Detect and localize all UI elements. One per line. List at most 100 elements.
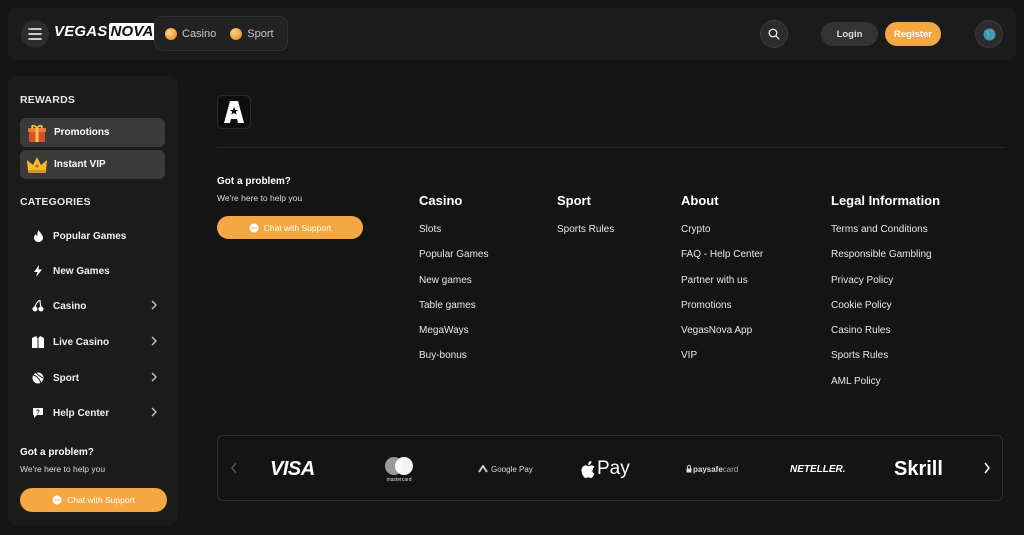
neteller-logo: NETELLER. xyxy=(790,463,846,475)
sidebar-item-sport[interactable]: Sport xyxy=(20,364,165,392)
globe-icon xyxy=(983,28,995,40)
footer-link[interactable]: Popular Games xyxy=(419,249,488,274)
footer-link[interactable]: Cookie Policy xyxy=(831,300,940,325)
footer-column-title: About xyxy=(681,193,719,208)
footer-link[interactable]: MegaWays xyxy=(419,325,488,350)
help-center-label: Help Center xyxy=(53,407,110,419)
dealer-icon xyxy=(32,336,44,348)
sidebar-problem-title: Got a problem? xyxy=(20,447,94,458)
main-chat-support-button[interactable]: Chat with Support xyxy=(217,216,363,239)
mastercard-circles-icon xyxy=(385,456,413,475)
footer-link[interactable]: Buy-bonus xyxy=(419,350,488,375)
paysafecard-label-card: card xyxy=(722,464,739,474)
footer-link[interactable]: VegasNova App xyxy=(681,325,763,350)
cherry-icon xyxy=(32,300,44,312)
footer-link[interactable]: Partner with us xyxy=(681,275,763,300)
paysafecard-logo: paysafe card xyxy=(686,436,738,502)
sidebar-item-popular-games[interactable]: Popular Games xyxy=(20,222,165,250)
skrill-logo: Skrill xyxy=(894,457,943,480)
menu-button[interactable] xyxy=(21,20,49,48)
sidebar: REWARDS Promotions Instant VIP CATEGORIE… xyxy=(8,76,178,525)
register-button[interactable]: Register xyxy=(885,22,941,46)
product-tabs: Casino Sport xyxy=(154,16,288,51)
footer-link[interactable]: Responsible Gambling xyxy=(831,249,940,274)
casino-label: Casino xyxy=(53,300,87,312)
search-icon xyxy=(768,28,780,40)
hamburger-menu-icon xyxy=(28,28,42,40)
logo-text-nova: NOVA xyxy=(108,23,156,40)
sidebar-item-new-games[interactable]: New Games xyxy=(20,257,165,285)
footer-link[interactable]: FAQ - Help Center xyxy=(681,249,763,274)
footer-link[interactable]: Privacy Policy xyxy=(831,275,940,300)
sidebar-item-help-center[interactable]: ? Help Center xyxy=(20,399,165,427)
gift-box-icon xyxy=(28,124,46,142)
live-casino-label: Live Casino xyxy=(53,336,110,348)
chevron-right-icon[interactable] xyxy=(983,461,991,475)
vegasnova-logo[interactable]: VEGAS NOVA xyxy=(54,23,156,40)
mastercard-label: mastercard xyxy=(386,476,412,483)
main-chat-label: Chat with Support xyxy=(263,222,332,233)
chat-bubble-icon xyxy=(52,495,62,505)
footer-link[interactable]: Sports Rules xyxy=(557,224,614,249)
instant-vip-label: Instant VIP xyxy=(54,159,106,170)
sport-label: Sport xyxy=(53,372,80,384)
tab-sport[interactable]: Sport xyxy=(230,27,274,40)
footer-link[interactable]: Sports Rules xyxy=(831,350,940,375)
tab-casino[interactable]: Casino xyxy=(165,27,216,40)
footer-link[interactable]: Casino Rules xyxy=(831,325,940,350)
footer-link[interactable]: Slots xyxy=(419,224,488,249)
lightning-icon xyxy=(34,265,42,277)
google-g-icon xyxy=(478,464,488,473)
footer-link[interactable]: New games xyxy=(419,275,488,300)
sidebar-chat-label: Chat with Support xyxy=(67,495,135,505)
chevron-right-icon xyxy=(151,300,157,310)
footer-column-casino: Casino Slots Popular Games New games Tab… xyxy=(419,193,488,376)
lock-icon xyxy=(686,465,692,473)
footer-column-about: About Crypto FAQ - Help Center Partner w… xyxy=(681,193,763,376)
footer-link[interactable]: Table games xyxy=(419,300,488,325)
chevron-left-icon[interactable] xyxy=(230,461,238,475)
coin-icon xyxy=(230,27,243,40)
sidebar-item-live-casino[interactable]: Live Casino xyxy=(20,328,165,356)
brand-mark-logo xyxy=(217,95,251,129)
footer-link[interactable]: AML Policy xyxy=(831,376,940,401)
google-pay-logo: Google Pay xyxy=(478,436,533,502)
login-button[interactable]: Login xyxy=(821,22,878,46)
footer-column-legal: Legal Information Terms and Conditions R… xyxy=(831,193,940,401)
apple-pay-label: Pay xyxy=(597,458,630,479)
sidebar-item-instant-vip[interactable]: Instant VIP xyxy=(20,150,165,179)
footer-link[interactable]: Promotions xyxy=(681,300,763,325)
popular-games-label: Popular Games xyxy=(53,230,127,242)
sidebar-item-promotions[interactable]: Promotions xyxy=(20,118,165,147)
search-button[interactable] xyxy=(760,20,788,48)
footer-link[interactable]: Crypto xyxy=(681,224,763,249)
main-help-text: We're here to help you xyxy=(217,193,303,203)
sidebar-item-casino[interactable]: Casino xyxy=(20,292,165,320)
footer-column-title: Legal Information xyxy=(831,193,941,208)
paysafecard-label-paysafe: paysafe xyxy=(693,464,723,474)
categories-section-title: CATEGORIES xyxy=(20,196,91,208)
ball-icon xyxy=(32,372,44,384)
tab-sport-label: Sport xyxy=(247,27,274,40)
footer-link[interactable]: Terms and Conditions xyxy=(831,224,940,249)
footer-column-sport: Sport Sports Rules xyxy=(557,193,614,249)
new-games-label: New Games xyxy=(53,265,110,277)
top-header: VEGAS NOVA Casino Sport Login Register xyxy=(8,8,1016,60)
chevron-right-icon xyxy=(151,336,157,346)
apple-pay-logo: Pay xyxy=(581,436,630,502)
chevron-right-icon xyxy=(151,372,157,382)
footer-column-title: Casino xyxy=(419,193,463,208)
sidebar-help-text: We're here to help you xyxy=(20,464,106,474)
sidebar-chat-support-button[interactable]: Chat with Support xyxy=(20,488,167,512)
flame-icon xyxy=(33,230,43,242)
language-button[interactable] xyxy=(975,20,1003,48)
footer-link[interactable]: VIP xyxy=(681,350,763,375)
rewards-section-title: REWARDS xyxy=(20,94,76,106)
crown-icon xyxy=(27,156,47,173)
payment-methods-carousel: VISA mastercard Google Pay Pay paysafe ca… xyxy=(217,435,1003,501)
footer-divider xyxy=(217,147,1004,148)
mastercard-logo: mastercard xyxy=(382,436,416,502)
main-problem-title: Got a problem? xyxy=(217,176,291,187)
coin-icon xyxy=(165,27,177,40)
help-chat-icon: ? xyxy=(33,408,43,418)
